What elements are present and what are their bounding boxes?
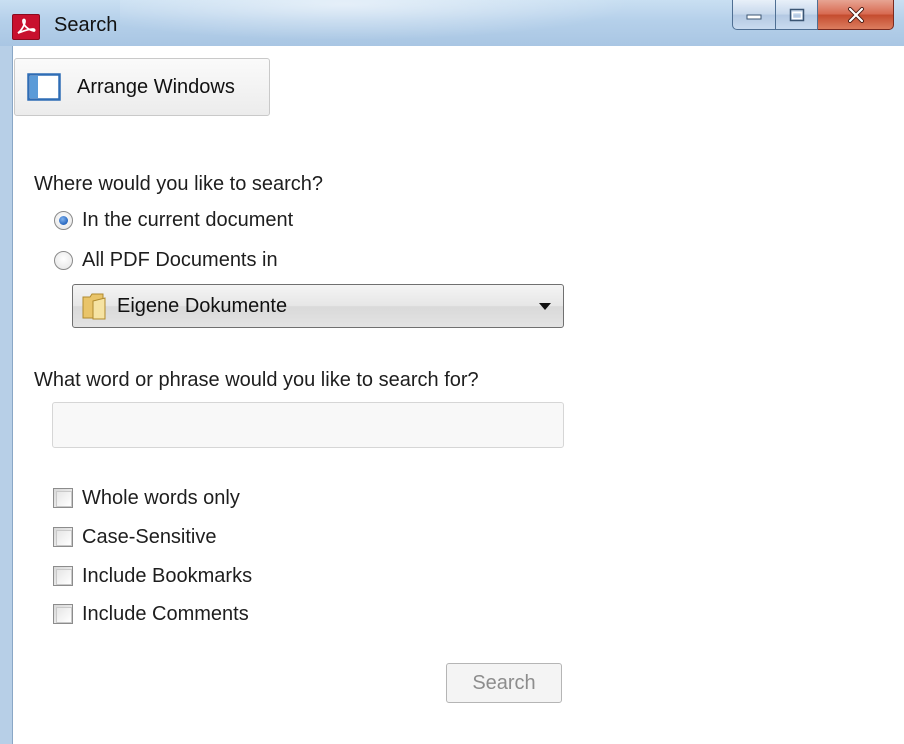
folder-dropdown[interactable]: Eigene Dokumente	[72, 284, 564, 328]
checkbox-case-sensitive[interactable]	[53, 527, 73, 547]
search-phrase-input[interactable]	[52, 402, 564, 448]
search-button[interactable]: Search	[446, 663, 562, 703]
chevron-down-icon	[539, 303, 551, 310]
checkbox-include-comments[interactable]	[53, 604, 73, 624]
checkbox-include-bookmarks-label[interactable]: Include Bookmarks	[82, 565, 252, 588]
folder-icon	[82, 293, 106, 320]
radio-current-document-label[interactable]: In the current document	[82, 209, 293, 232]
window-controls	[732, 0, 894, 30]
arrange-windows-icon	[27, 73, 61, 101]
checkbox-case-sensitive-label[interactable]: Case-Sensitive	[82, 526, 217, 549]
checkbox-whole-words-label[interactable]: Whole words only	[82, 487, 240, 510]
query-question: What word or phrase would you like to se…	[34, 369, 479, 391]
minimize-icon	[746, 14, 762, 19]
acrobat-icon	[12, 14, 40, 40]
checkbox-include-comments-label[interactable]: Include Comments	[82, 603, 249, 626]
radio-current-document[interactable]	[54, 211, 73, 230]
radio-all-pdf-documents-label[interactable]: All PDF Documents in	[82, 249, 278, 272]
close-icon	[847, 6, 864, 23]
location-question: Where would you like to search?	[34, 173, 324, 195]
search-panel	[0, 46, 904, 744]
radio-all-pdf-documents[interactable]	[54, 251, 73, 270]
maximize-button[interactable]	[776, 0, 818, 30]
folder-dropdown-value: Eigene Dokumente	[117, 294, 288, 317]
title-bar[interactable]: Search	[0, 0, 904, 46]
checkbox-whole-words[interactable]	[53, 488, 73, 508]
window-title: Search	[54, 14, 118, 36]
maximize-icon	[789, 8, 804, 21]
close-button[interactable]	[818, 0, 894, 30]
checkbox-include-bookmarks[interactable]	[53, 566, 73, 586]
arrange-windows-label: Arrange Windows	[77, 75, 235, 98]
arrange-windows-button[interactable]: Arrange Windows	[14, 58, 270, 116]
minimize-button[interactable]	[732, 0, 776, 30]
